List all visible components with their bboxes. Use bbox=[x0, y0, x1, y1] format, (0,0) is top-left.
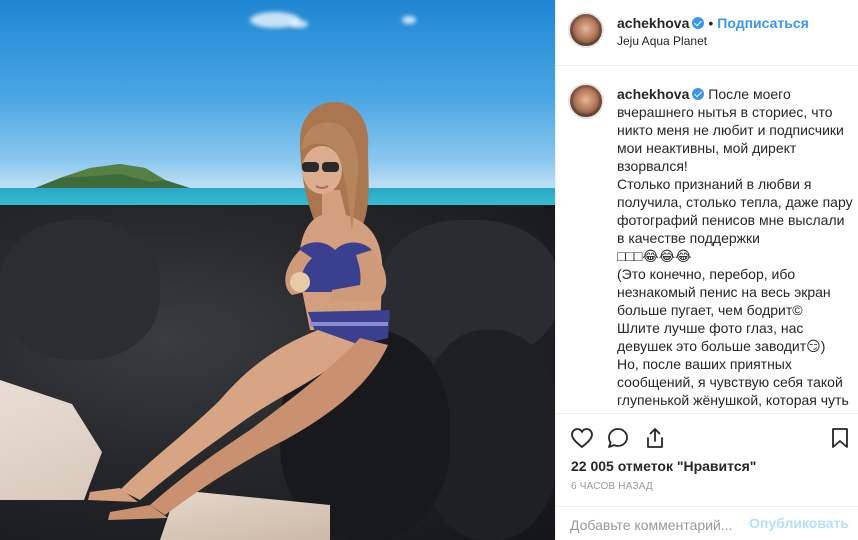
avatar[interactable] bbox=[568, 12, 604, 48]
avatar-image bbox=[573, 17, 599, 43]
likes-count[interactable]: 22 005 отметок "Нравится" bbox=[571, 458, 756, 474]
verified-badge-icon bbox=[692, 88, 705, 100]
woman-figure bbox=[88, 101, 390, 520]
publish-button[interactable]: Опубликовать bbox=[749, 515, 849, 531]
bookmark-icon[interactable] bbox=[828, 426, 852, 450]
location-link[interactable]: Jeju Aqua Planet bbox=[617, 34, 707, 48]
comment-bar: Опубликовать bbox=[556, 506, 858, 540]
heart-icon[interactable] bbox=[570, 426, 594, 450]
comment-icon[interactable] bbox=[606, 426, 630, 450]
avatar-image bbox=[573, 88, 599, 114]
comment-input[interactable] bbox=[570, 515, 750, 535]
post-actions: 22 005 отметок "Нравится" 6 часов назад … bbox=[556, 413, 858, 540]
follow-button[interactable]: Подписаться bbox=[717, 15, 809, 31]
caption: achekhova После моего вчерашнего нытья в… bbox=[617, 85, 853, 413]
caption-username-link[interactable]: achekhova bbox=[617, 86, 689, 102]
post-timestamp[interactable]: 6 часов назад bbox=[571, 481, 653, 492]
caption-text: После моего вчерашнего нытья в сториес, … bbox=[617, 86, 853, 413]
share-icon[interactable] bbox=[643, 426, 667, 450]
username-link[interactable]: achekhova bbox=[617, 15, 689, 31]
caption-avatar[interactable] bbox=[568, 83, 604, 119]
separator-dot: • bbox=[708, 15, 714, 31]
comments-scroll-area[interactable]: achekhova После моего вчерашнего нытья в… bbox=[556, 67, 858, 413]
post-header: achekhova • Подписаться Jeju Aqua Planet bbox=[556, 0, 858, 66]
post-panel: achekhova • Подписаться Jeju Aqua Planet a… bbox=[555, 0, 858, 540]
post-photo[interactable] bbox=[0, 0, 555, 540]
verified-badge-icon bbox=[692, 17, 705, 29]
header-user-line: achekhova • Подписаться bbox=[617, 15, 809, 33]
